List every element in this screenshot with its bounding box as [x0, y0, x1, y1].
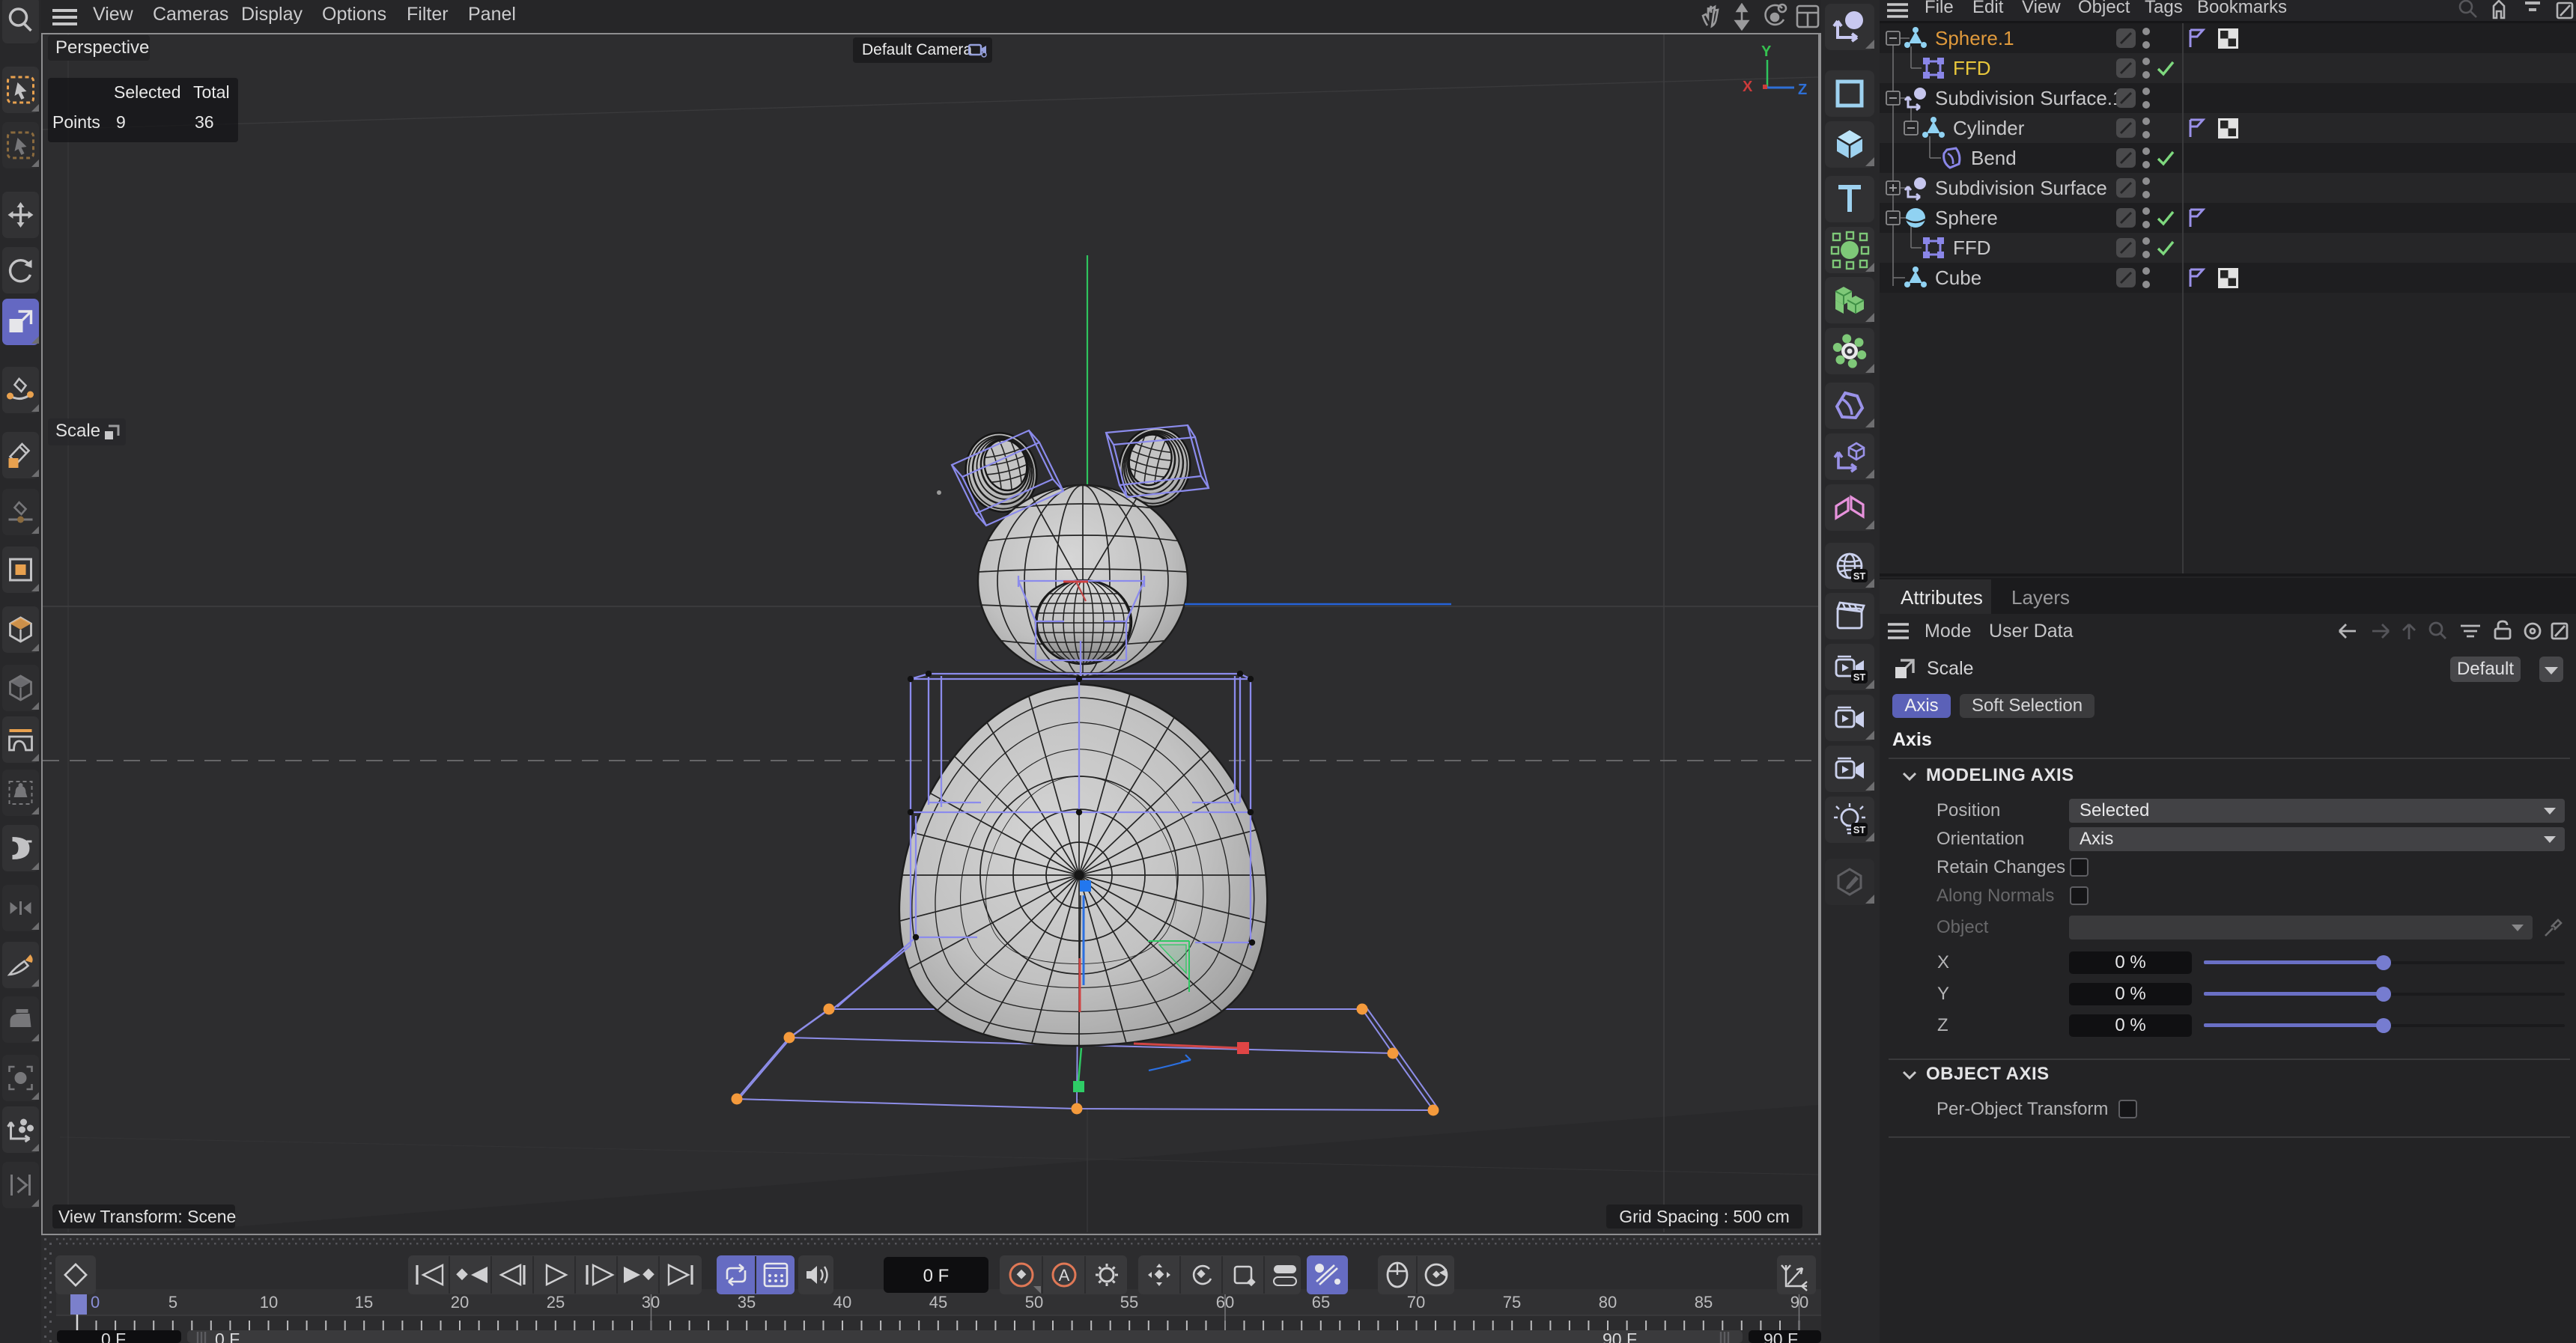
svg-text:60: 60 [1216, 1293, 1234, 1312]
svg-text:Y: Y [1761, 43, 1772, 60]
svg-text:55: 55 [1120, 1293, 1138, 1312]
svg-text:10: 10 [260, 1293, 278, 1312]
svg-text:0 F: 0 F [215, 1330, 240, 1343]
svg-text:ST: ST [1853, 672, 1866, 683]
svg-text:70: 70 [1407, 1293, 1425, 1312]
svg-text:FFD: FFD [1953, 237, 1991, 259]
svg-text:30: 30 [642, 1293, 660, 1312]
svg-text:0: 0 [91, 1293, 100, 1312]
svg-text:90: 90 [1790, 1293, 1808, 1312]
svg-text:0 F: 0 F [101, 1330, 126, 1343]
svg-text:ST: ST [1853, 570, 1866, 582]
svg-text:Subdivision Surface: Subdivision Surface [1935, 177, 2107, 199]
svg-text:50: 50 [1025, 1293, 1043, 1312]
svg-text:80: 80 [1599, 1293, 1617, 1312]
svg-text:ST: ST [1853, 824, 1866, 835]
svg-text:X: X [1743, 79, 1753, 95]
svg-text:Bend: Bend [1971, 147, 2017, 169]
svg-text:15: 15 [355, 1293, 373, 1312]
svg-text:Cylinder: Cylinder [1953, 117, 2025, 139]
svg-text:Sphere.1: Sphere.1 [1935, 27, 2014, 49]
svg-text:90 F: 90 F [1764, 1330, 1798, 1343]
svg-text:Z: Z [1798, 82, 1807, 98]
svg-text:40: 40 [833, 1293, 851, 1312]
svg-text:FFD: FFD [1953, 57, 1991, 79]
svg-text:0 F: 0 F [923, 1266, 950, 1286]
svg-text:25: 25 [547, 1293, 565, 1312]
svg-text:Cube: Cube [1935, 267, 1981, 289]
svg-text:35: 35 [738, 1293, 756, 1312]
svg-text:90 F: 90 F [1603, 1330, 1637, 1343]
svg-text:65: 65 [1312, 1293, 1330, 1312]
svg-text:20: 20 [451, 1293, 469, 1312]
svg-text:45: 45 [929, 1293, 947, 1312]
svg-text:Sphere: Sphere [1935, 207, 1998, 229]
svg-text:Subdivision Surface.1: Subdivision Surface.1 [1935, 87, 2123, 109]
svg-text:A: A [1059, 1266, 1070, 1285]
svg-text:85: 85 [1695, 1293, 1713, 1312]
svg-text:5: 5 [168, 1293, 177, 1312]
svg-text:75: 75 [1503, 1293, 1521, 1312]
